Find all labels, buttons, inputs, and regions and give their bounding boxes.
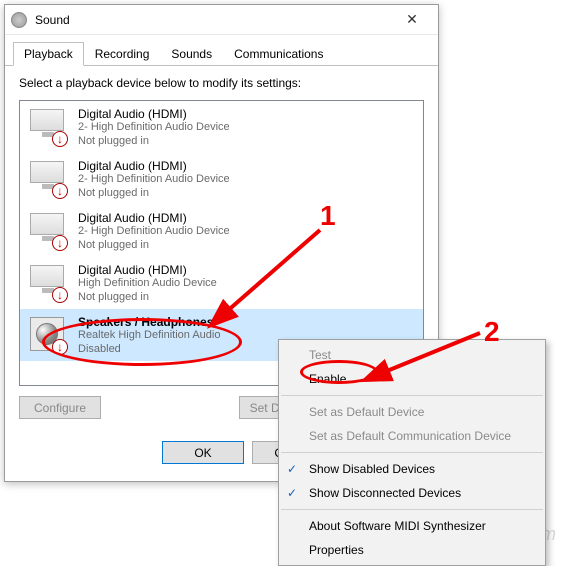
monitor-icon: ↓: [28, 211, 68, 251]
menu-separator: [281, 452, 543, 453]
menu-set-default-device[interactable]: Set as Default Device: [279, 400, 545, 424]
tab-recording[interactable]: Recording: [84, 42, 161, 66]
titlebar: Sound ✕: [5, 5, 438, 35]
device-desc: 2- High Definition Audio Device: [78, 121, 230, 135]
menu-show-disabled[interactable]: Show Disabled Devices: [279, 457, 545, 481]
device-name: Digital Audio (HDMI): [78, 211, 230, 225]
device-row[interactable]: ↓ Digital Audio (HDMI) 2- High Definitio…: [20, 205, 423, 257]
speaker-icon: ↓: [28, 315, 68, 355]
device-row[interactable]: ↓ Digital Audio (HDMI) 2- High Definitio…: [20, 153, 423, 205]
ok-button[interactable]: OK: [162, 441, 244, 464]
device-desc: 2- High Definition Audio Device: [78, 225, 230, 239]
device-text: Digital Audio (HDMI) 2- High Definition …: [78, 107, 230, 147]
device-text: Digital Audio (HDMI) 2- High Definition …: [78, 211, 230, 251]
device-status: Not plugged in: [78, 291, 217, 303]
device-name: Digital Audio (HDMI): [78, 159, 230, 173]
unplugged-badge-icon: ↓: [52, 235, 68, 251]
close-button[interactable]: ✕: [392, 8, 432, 32]
device-text: Speakers / Headphones Realtek High Defin…: [78, 315, 220, 355]
menu-set-default-comm[interactable]: Set as Default Communication Device: [279, 424, 545, 448]
menu-separator: [281, 509, 543, 510]
menu-separator: [281, 395, 543, 396]
monitor-icon: ↓: [28, 107, 68, 147]
monitor-icon: ↓: [28, 159, 68, 199]
device-name: Speakers / Headphones: [78, 315, 220, 329]
device-row[interactable]: ↓ Digital Audio (HDMI) High Definition A…: [20, 257, 423, 309]
menu-about-midi[interactable]: About Software MIDI Synthesizer: [279, 514, 545, 538]
instruction-text: Select a playback device below to modify…: [19, 76, 424, 90]
tab-communications[interactable]: Communications: [223, 42, 334, 66]
sound-icon: [11, 12, 27, 28]
device-status: Disabled: [78, 343, 220, 355]
configure-button[interactable]: Configure: [19, 396, 101, 419]
device-status: Not plugged in: [78, 239, 230, 251]
disabled-badge-icon: ↓: [52, 339, 68, 355]
device-status: Not plugged in: [78, 187, 230, 199]
monitor-icon: ↓: [28, 263, 68, 303]
device-desc: High Definition Audio Device: [78, 277, 217, 291]
menu-test[interactable]: Test: [279, 343, 545, 367]
device-status: Not plugged in: [78, 135, 230, 147]
device-desc: 2- High Definition Audio Device: [78, 173, 230, 187]
tab-playback[interactable]: Playback: [13, 42, 84, 66]
menu-properties[interactable]: Properties: [279, 538, 545, 562]
unplugged-badge-icon: ↓: [52, 131, 68, 147]
window-title: Sound: [35, 13, 392, 27]
device-text: Digital Audio (HDMI) 2- High Definition …: [78, 159, 230, 199]
device-desc: Realtek High Definition Audio: [78, 329, 220, 343]
device-text: Digital Audio (HDMI) High Definition Aud…: [78, 263, 217, 303]
device-name: Digital Audio (HDMI): [78, 263, 217, 277]
tab-sounds[interactable]: Sounds: [160, 42, 223, 66]
tabstrip: Playback Recording Sounds Communications: [5, 37, 438, 66]
context-menu: Test Enable Set as Default Device Set as…: [278, 339, 546, 566]
unplugged-badge-icon: ↓: [52, 183, 68, 199]
unplugged-badge-icon: ↓: [52, 287, 68, 303]
device-name: Digital Audio (HDMI): [78, 107, 230, 121]
device-row[interactable]: ↓ Digital Audio (HDMI) 2- High Definitio…: [20, 101, 423, 153]
menu-enable[interactable]: Enable: [279, 367, 545, 391]
menu-show-disconnected[interactable]: Show Disconnected Devices: [279, 481, 545, 505]
